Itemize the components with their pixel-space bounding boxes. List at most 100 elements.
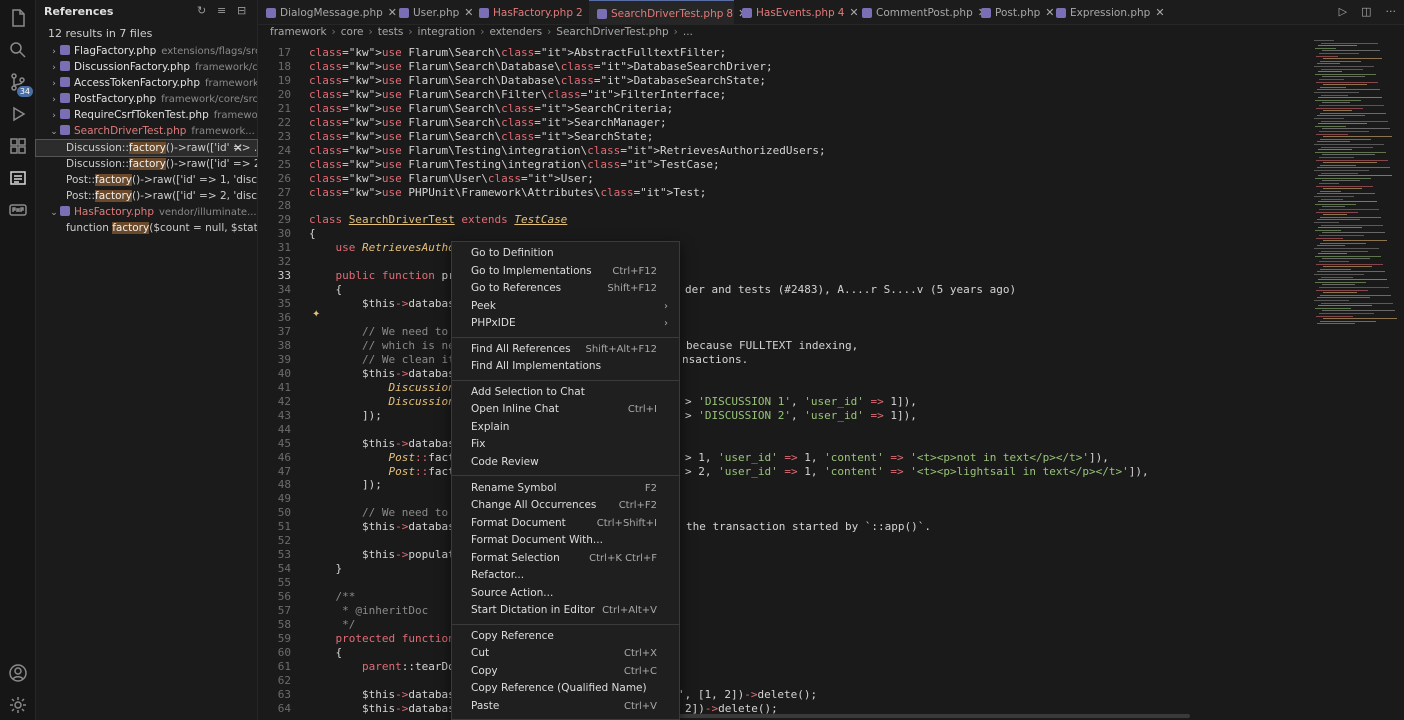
close-icon[interactable]: ✕ [1155, 6, 1164, 19]
reference-file-row[interactable]: › DiscussionFactory.php framework/c... [36, 59, 257, 75]
code-line-fragment: > 2, 'user_id' => 1, 'content' => '<t><p… [685, 464, 1149, 478]
search-icon[interactable] [6, 38, 30, 62]
breadcrumb-item[interactable]: extenders [489, 26, 542, 38]
minimap-line [1315, 151, 1386, 153]
menu-item-open-inline-chat[interactable]: Open Inline Chat Ctrl+I [452, 401, 679, 418]
dismiss-icon[interactable]: ✕ [233, 140, 243, 156]
reference-file-row[interactable]: › FlagFactory.php extensions/flags/src [36, 43, 257, 59]
breadcrumb-item[interactable]: tests [378, 26, 404, 38]
tab-commentpost-php[interactable]: CommentPost.php✕ [854, 0, 987, 25]
chevron-right-icon[interactable]: › [48, 92, 60, 107]
account-icon[interactable] [6, 661, 30, 685]
tab-dialogmessage-php[interactable]: DialogMessage.php ✕ [258, 0, 397, 25]
tab-post-php[interactable]: Post.php ✕ [973, 0, 1055, 25]
chevron-down-icon[interactable]: ⌄ [48, 205, 60, 220]
file-path: framewo... [213, 110, 257, 121]
line-number: 52 [277, 534, 291, 548]
more-actions-icon[interactable]: ··· [1386, 5, 1397, 18]
menu-item-copy[interactable]: Copy Ctrl+C [452, 663, 679, 680]
breadcrumb-item[interactable]: SearchDriverTest.php [556, 26, 668, 38]
tab-searchdrivertest-php[interactable]: SearchDriverTest.php8✕ [589, 0, 747, 25]
settings-gear-icon[interactable] [6, 693, 30, 717]
menu-item-go-to-references[interactable]: Go to References Shift+F12 [452, 280, 679, 297]
menu-item-add-selection-to-chat[interactable]: Add Selection to Chat [452, 384, 679, 401]
reference-match-row[interactable]: Discussion::factory()->raw(['id' => ... ✕ [35, 139, 258, 157]
source-control-icon[interactable]: 34 [6, 70, 33, 97]
reference-match-row[interactable]: Post::factory()->raw(['id' => 1, 'discus… [36, 172, 257, 188]
split-editor-icon[interactable]: ◫ [1361, 5, 1371, 18]
menu-item-go-to-implementations[interactable]: Go to Implementations Ctrl+F12 [452, 263, 679, 280]
references-icon[interactable] [6, 166, 30, 190]
menu-item-rename-symbol[interactable]: Rename Symbol F2 [452, 480, 679, 497]
breadcrumb-item[interactable]: ... [683, 26, 693, 38]
menu-item-find-all-implementations[interactable]: Find All Implementations [452, 358, 679, 375]
chevron-down-icon[interactable]: ⌄ [48, 124, 60, 139]
code-editor[interactable]: 17 class="kw">use Flarum\Search\class="it… [258, 40, 1310, 720]
lightbulb-icon[interactable]: ✦ [312, 309, 322, 320]
menu-item-code-review[interactable]: Code Review [452, 454, 679, 471]
code-line-fragment: ', [1, 2])->delete(); [678, 687, 818, 701]
run-debug-icon[interactable] [6, 102, 30, 126]
tab-hasevents-php[interactable]: HasEvents.php 4 ✕ [734, 0, 859, 25]
refresh-icon[interactable]: ↻ [197, 5, 209, 17]
collapse-all-icon[interactable]: ⊟ [237, 5, 249, 17]
reference-file-row[interactable]: ⌄SearchDriverTest.phpframework...8 [36, 123, 257, 139]
breadcrumb-item[interactable]: core [341, 26, 364, 38]
minimap-line [1316, 185, 1373, 187]
tab-expression-php[interactable]: Expression.php ✕ [1048, 0, 1168, 25]
chevron-right-icon[interactable]: › [48, 60, 60, 75]
minimap-line [1315, 229, 1341, 231]
php-icon[interactable] [6, 198, 30, 222]
menu-item-format-document-with[interactable]: Format Document With... [452, 532, 679, 549]
tab-user-php[interactable]: User.php ✕ [391, 0, 474, 25]
chevron-right-icon[interactable]: › [48, 108, 60, 123]
breadcrumb-item[interactable]: integration [418, 26, 476, 38]
file-name: FlagFactory.php [74, 45, 157, 57]
code-line: { [309, 283, 343, 297]
reference-file-row[interactable]: ⌄HasFactory.phpvendor/illuminate...2 [36, 204, 257, 220]
explorer-icon[interactable] [6, 6, 30, 30]
line-number: 48 [277, 478, 291, 492]
menu-item-paste[interactable]: Paste Ctrl+V [452, 698, 679, 715]
code-line: * @inheritDoc [309, 604, 429, 617]
chevron-right-icon[interactable]: › [48, 44, 60, 59]
menu-item-start-dictation-in-editor[interactable]: Start Dictation in Editor Ctrl+Alt+V [452, 602, 679, 619]
menu-item-cut[interactable]: Cut Ctrl+X [452, 645, 679, 662]
menu-item-format-selection[interactable]: Format Selection Ctrl+K Ctrl+F [452, 550, 679, 567]
menu-item-change-all-occurrences[interactable]: Change All Occurrences Ctrl+F2 [452, 497, 679, 514]
match-suffix: ($count = null, $state ... [149, 222, 257, 234]
line-number: 30 [277, 227, 291, 241]
chevron-right-icon[interactable]: › [48, 76, 60, 91]
reference-match-row[interactable]: Post::factory()->raw(['id' => 2, 'discus… [36, 188, 257, 204]
reference-match-row[interactable]: Discussion::factory()->raw(['id' => 2, '… [36, 156, 257, 172]
line-number: 32 [277, 255, 291, 269]
run-icon[interactable]: ▷ [1339, 5, 1347, 18]
menu-item-phpxide[interactable]: PHPxIDE › [452, 315, 679, 332]
menu-item-peek[interactable]: Peek › [452, 298, 679, 315]
menu-item-refactor[interactable]: Refactor... [452, 567, 679, 584]
code-line-fragment: der and tests (#2483), A....r S....v (5 … [685, 283, 1017, 297]
reference-file-row[interactable]: › AccessTokenFactory.php framework... [36, 75, 257, 91]
breadcrumb-item[interactable]: framework [270, 26, 327, 38]
menu-item-source-action[interactable]: Source Action... [452, 585, 679, 602]
reference-file-row[interactable]: › PostFactory.php framework/core/src... [36, 91, 257, 107]
minimap-line [1314, 144, 1384, 145]
reference-match-row[interactable]: function factory($count = null, $state .… [36, 220, 257, 236]
menu-separator [452, 336, 679, 338]
extensions-icon[interactable] [6, 134, 30, 158]
menu-item-find-all-references[interactable]: Find All References Shift+Alt+F12 [452, 341, 679, 358]
minimap-line [1317, 89, 1380, 91]
menu-item-go-to-definition[interactable]: Go to Definition [452, 245, 679, 262]
menu-item-copy-reference[interactable]: Copy Reference [452, 628, 679, 645]
minimap[interactable] [1310, 40, 1397, 340]
menu-item-format-document[interactable]: Format Document Ctrl+Shift+I [452, 515, 679, 532]
menu-item-copy-reference-qualified-name[interactable]: Copy Reference (Qualified Name) [452, 680, 679, 697]
clear-icon[interactable]: ≡ [217, 5, 229, 17]
code-line: Post::facto [388, 450, 462, 464]
reference-file-row[interactable]: › RequireCsrfTokenTest.php framewo... [36, 107, 257, 123]
tab-hasfactory-php[interactable]: HasFactory.php2✕ [471, 0, 597, 25]
menu-item-explain[interactable]: Explain [452, 419, 679, 436]
menu-item-fix[interactable]: Fix [452, 436, 679, 453]
line-number: 53 [277, 548, 291, 562]
line-number: 54 [277, 562, 291, 576]
